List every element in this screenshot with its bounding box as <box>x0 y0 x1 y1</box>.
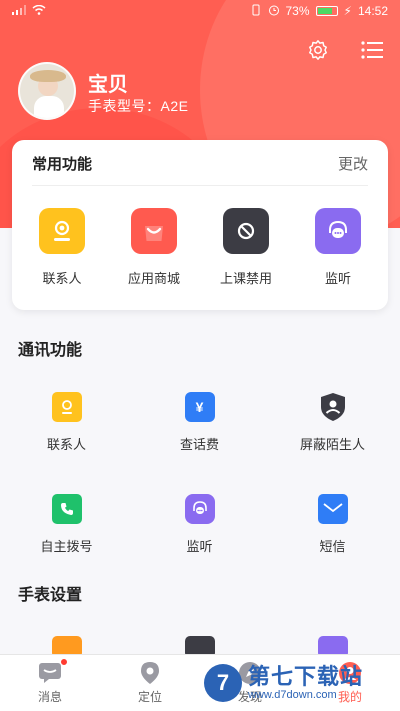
avatar[interactable] <box>18 62 76 120</box>
nav-label: 发现 <box>237 690 262 704</box>
common-functions-card: 常用功能 更改 联系人 应用商城 上课禁用 监听 <box>12 140 388 310</box>
contact-icon <box>39 208 85 254</box>
edit-button[interactable]: 更改 <box>338 153 368 174</box>
grid-item-monitor[interactable]: 监听 <box>133 494 266 555</box>
grid-item-label: 联系人 <box>46 437 86 452</box>
clock: 14:52 <box>357 4 388 18</box>
profile-name[interactable]: 宝贝 <box>88 68 128 97</box>
nav-item-mine[interactable]: 我的 <box>300 655 400 711</box>
card-header: 常用功能 更改 <box>32 156 368 186</box>
nav-label: 我的 <box>337 690 362 704</box>
grid-item-label: 屏蔽陌生人 <box>299 437 365 452</box>
phone-icon <box>51 494 82 524</box>
battery-icon <box>315 6 338 16</box>
nav-item-messages[interactable]: 消息 <box>0 655 100 711</box>
vibrate-icon <box>250 4 262 19</box>
common-item-class-mode[interactable]: 上课禁用 <box>203 208 289 287</box>
settings-gear-icon[interactable] <box>306 38 330 62</box>
communication-grid-row: 自主拨号 监听 短信 <box>0 494 400 555</box>
menu-list-icon[interactable] <box>360 38 384 62</box>
watch-yen-icon: ¥ <box>184 392 215 422</box>
wifi-icon <box>32 4 46 18</box>
grid-item-label: 自主拨号 <box>40 539 93 554</box>
section-title-communication: 通讯功能 <box>18 342 83 359</box>
grid-item-dialer[interactable]: 自主拨号 <box>0 494 133 555</box>
common-item-label: 监听 <box>324 271 351 286</box>
headset-icon <box>315 208 361 254</box>
message-icon <box>38 658 68 685</box>
common-item-label: 联系人 <box>42 271 82 286</box>
header-actions <box>306 38 384 62</box>
grid-item-label: 监听 <box>186 539 213 554</box>
signal-icon <box>12 4 26 18</box>
communication-grid-row: 联系人 ¥ 查话费 屏蔽陌生人 <box>0 392 400 453</box>
location-icon <box>138 661 162 685</box>
common-item-contacts[interactable]: 联系人 <box>19 208 105 287</box>
status-bar: 73% ⚡ 14:52 <box>0 0 400 22</box>
section-title-watch-settings: 手表设置 <box>18 587 83 604</box>
contact-icon <box>51 392 82 422</box>
grid-item-label: 查话费 <box>179 437 219 452</box>
mail-icon <box>317 494 348 524</box>
grid-item-balance[interactable]: ¥ 查话费 <box>133 392 266 453</box>
common-item-app-store[interactable]: 应用商城 <box>111 208 197 287</box>
grid-item-sms[interactable]: 短信 <box>266 494 399 555</box>
battery-percent: 73% <box>285 4 310 18</box>
discover-icon <box>238 661 262 685</box>
nav-item-location[interactable]: 定位 <box>100 655 200 711</box>
profile-icon <box>338 661 362 685</box>
nav-item-discover[interactable]: 发现 <box>200 655 300 711</box>
nav-label: 消息 <box>37 690 62 704</box>
unread-badge <box>60 658 68 666</box>
grid-item-label: 短信 <box>319 539 346 554</box>
card-title: 常用功能 <box>32 156 93 173</box>
common-item-label: 应用商城 <box>127 271 180 286</box>
common-item-label: 上课禁用 <box>219 271 272 286</box>
grid-item-contacts[interactable]: 联系人 <box>0 392 133 453</box>
alarm-icon <box>268 4 280 19</box>
shield-user-icon <box>318 392 348 422</box>
watch-ban-icon <box>223 208 269 254</box>
bottom-navigation: 消息 定位 发现 我的 <box>0 654 400 711</box>
grid-item-block-strangers[interactable]: 屏蔽陌生人 <box>266 392 399 453</box>
shopping-bag-icon <box>131 208 177 254</box>
headset-icon <box>184 494 215 524</box>
nav-label: 定位 <box>137 690 162 704</box>
watch-model: 手表型号：A2E <box>88 98 189 114</box>
charging-icon: ⚡ <box>343 4 352 18</box>
common-item-monitor[interactable]: 监听 <box>295 208 381 287</box>
